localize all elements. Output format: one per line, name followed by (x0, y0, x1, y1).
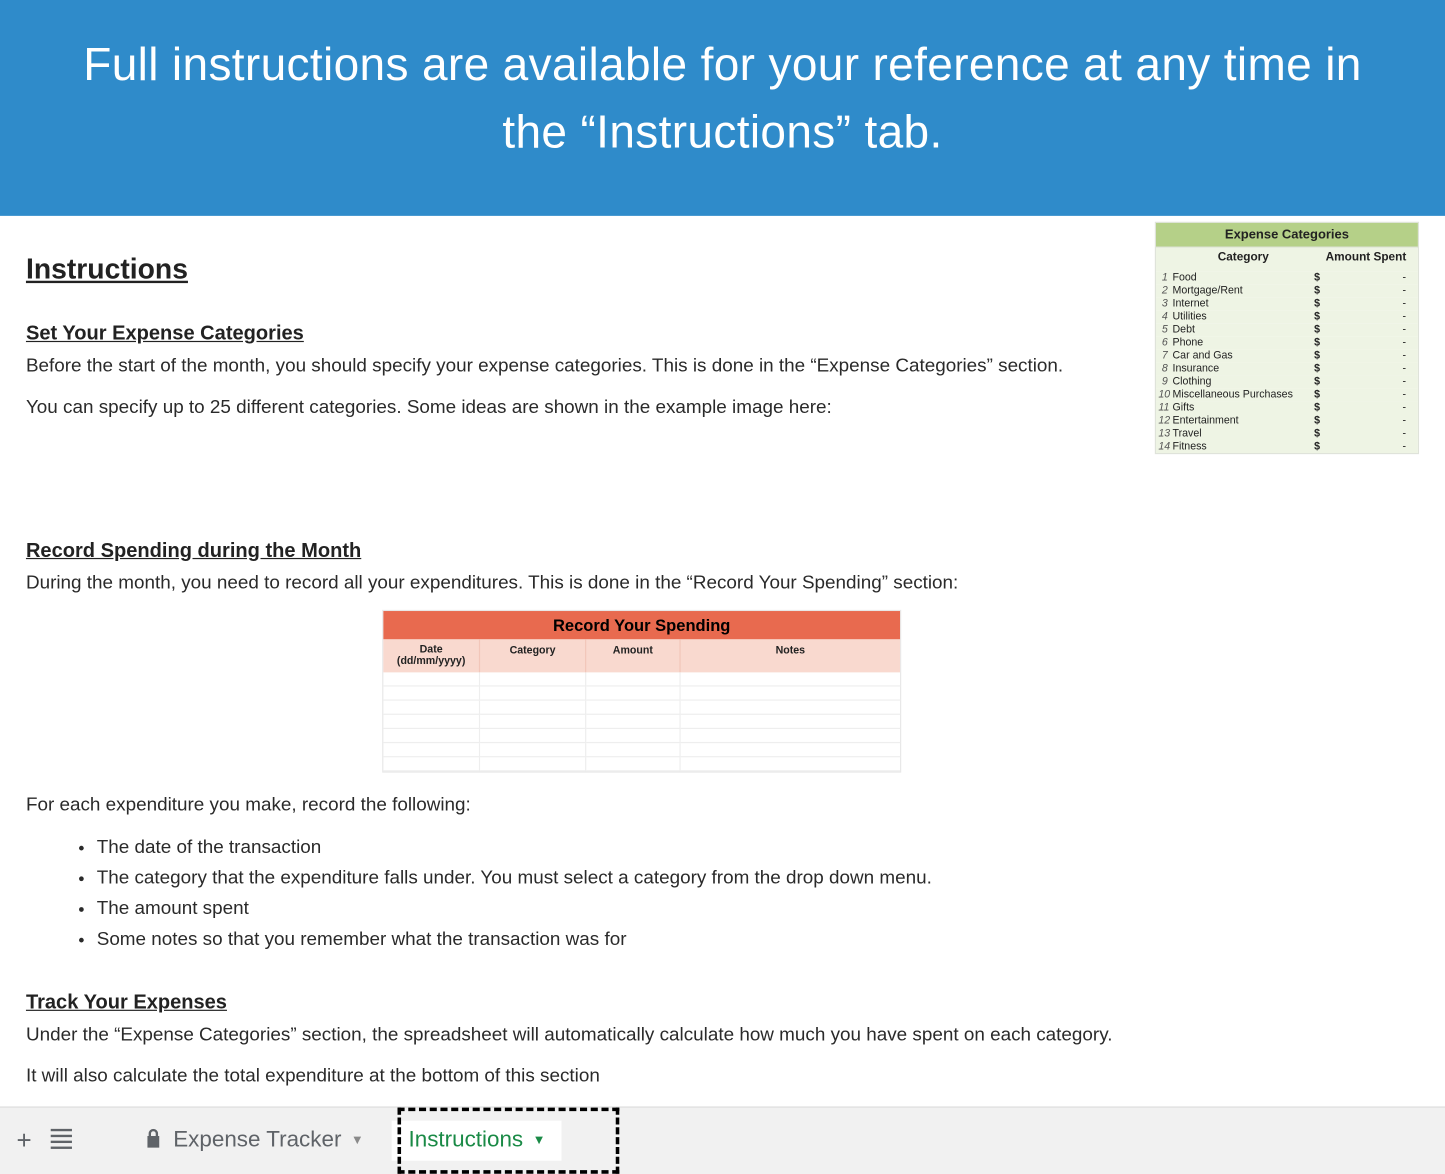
bullet-item: The category that the expenditure falls … (97, 864, 1135, 895)
category-row: 3Internet$- (1156, 297, 1418, 310)
record-spending-title: Record Your Spending (383, 612, 900, 640)
category-row: 13Travel$- (1156, 427, 1418, 440)
section-record-spending: Record Spending during the Month (26, 539, 1135, 563)
tab-instructions[interactable]: Instructions ▼ (392, 1121, 562, 1161)
record-spending-header: Date (dd/mm/yyyy) Category Amount Notes (383, 640, 900, 673)
banner-text: Full instructions are available for your… (83, 40, 1361, 157)
record-col-amount: Amount (586, 640, 680, 673)
record-spending-p2: For each expenditure you make, record th… (26, 792, 1135, 821)
track-expenses-p2: It will also calculate the total expendi… (26, 1063, 1135, 1092)
lock-icon (145, 1128, 162, 1153)
category-row: 6Phone$- (1156, 336, 1418, 349)
category-row: 14Fitness$- (1156, 440, 1418, 453)
expense-categories-preview: Expense Categories Category Amount Spent… (1155, 222, 1419, 454)
sheet-tab-bar: + Expense Tracker ▼ Instructions ▼ (0, 1106, 1445, 1174)
tab-expense-tracker-label: Expense Tracker (173, 1128, 341, 1154)
categories-header-amount: Amount Spent (1314, 248, 1418, 272)
category-row: 10Miscellaneous Purchases$- (1156, 388, 1418, 401)
record-row (383, 673, 900, 687)
add-sheet-button[interactable]: + (7, 1123, 41, 1158)
record-spending-p1: During the month, you need to record all… (26, 569, 1135, 598)
track-expenses-p1: Under the “Expense Categories” section, … (26, 1022, 1135, 1051)
record-spending-bullets: The date of the transactionThe category … (97, 833, 1135, 956)
tab-expense-tracker[interactable]: Expense Tracker ▼ (128, 1121, 380, 1161)
set-categories-p2: You can specify up to 25 different categ… (26, 394, 1135, 423)
record-spending-preview: Record Your Spending Date (dd/mm/yyyy) C… (382, 610, 901, 773)
bullet-item: The amount spent (97, 894, 1135, 925)
banner-message: Full instructions are available for your… (0, 0, 1445, 216)
category-row: 2Mortgage/Rent$- (1156, 284, 1418, 297)
categories-header: Category Amount Spent (1156, 248, 1418, 272)
all-sheets-button[interactable] (41, 1120, 81, 1161)
category-row: 11Gifts$- (1156, 401, 1418, 414)
set-categories-p1: Before the start of the month, you shoul… (26, 353, 1135, 382)
tab-instructions-label: Instructions (409, 1128, 524, 1154)
categories-header-category: Category (1173, 248, 1315, 272)
category-row: 4Utilities$- (1156, 310, 1418, 323)
page-title: Instructions (26, 254, 1135, 287)
category-row: 7Car and Gas$- (1156, 349, 1418, 362)
category-row: 12Entertainment$- (1156, 414, 1418, 427)
record-col-date: Date (dd/mm/yyyy) (383, 640, 480, 673)
category-row: 1Food$- (1156, 271, 1418, 284)
categories-title: Expense Categories (1156, 223, 1418, 248)
instructions-content: Expense Categories Category Amount Spent… (0, 216, 1445, 1092)
bullet-item: Some notes so that you remember what the… (97, 925, 1135, 956)
chevron-down-icon: ▼ (351, 1134, 364, 1148)
chevron-down-icon: ▼ (533, 1134, 546, 1148)
record-col-notes: Notes (681, 640, 900, 673)
record-row (383, 715, 900, 729)
record-row (383, 758, 900, 772)
category-row: 5Debt$- (1156, 323, 1418, 336)
bullet-item: The date of the transaction (97, 833, 1135, 864)
category-row: 9Clothing$- (1156, 375, 1418, 388)
record-row (383, 729, 900, 743)
record-row (383, 687, 900, 701)
section-track-expenses: Track Your Expenses (26, 991, 1135, 1015)
record-row (383, 701, 900, 715)
section-set-categories: Set Your Expense Categories (26, 322, 1135, 346)
hamburger-icon (51, 1125, 72, 1152)
category-row: 8Insurance$- (1156, 362, 1418, 375)
record-col-category: Category (480, 640, 586, 673)
record-row (383, 743, 900, 757)
